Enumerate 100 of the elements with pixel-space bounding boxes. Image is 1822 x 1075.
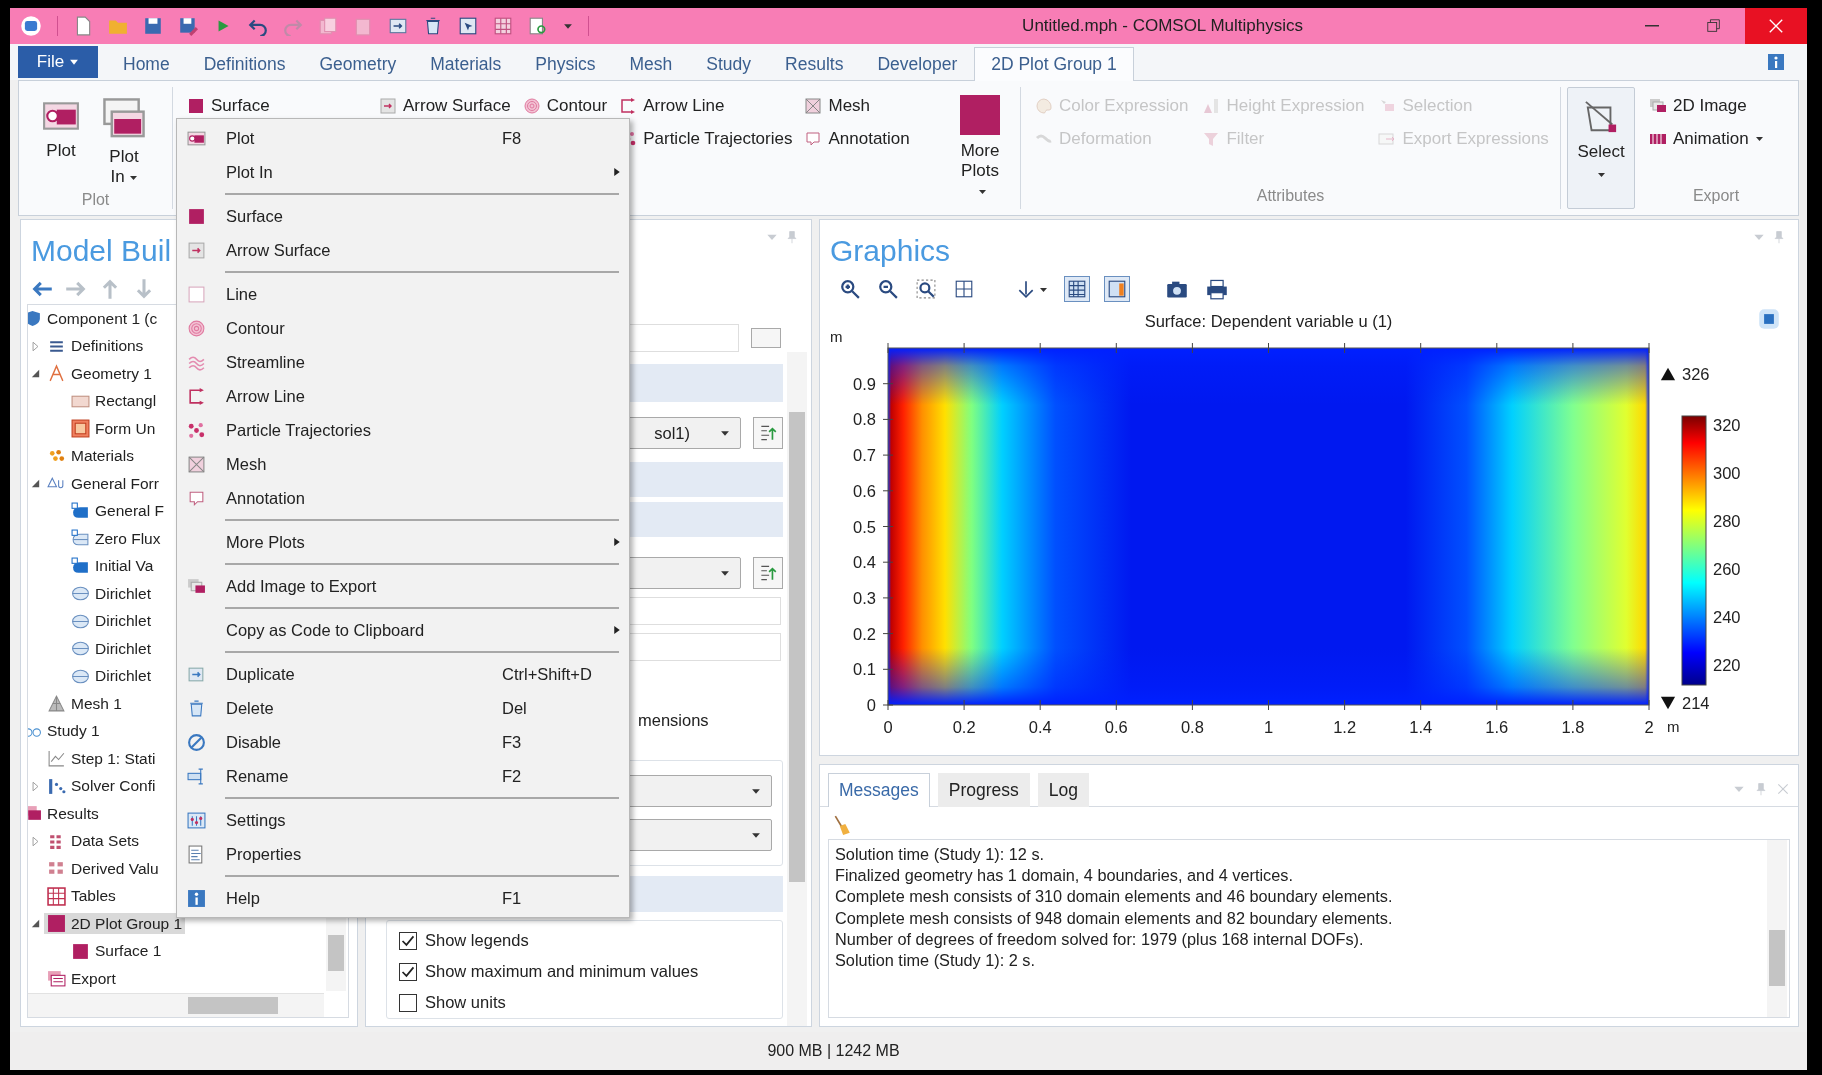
menu-item[interactable]: Streamline	[177, 345, 629, 379]
help-icon[interactable]	[1767, 53, 1785, 71]
copy-icon[interactable]	[318, 16, 338, 36]
app-icon[interactable]	[20, 15, 42, 37]
menu-item[interactable]: Plot In	[177, 155, 629, 189]
tree-item[interactable]: Dirichlet	[68, 583, 154, 605]
tree-item[interactable]: Geometry 1	[44, 363, 155, 385]
panel-tab[interactable]: Log	[1037, 773, 1089, 807]
menu-item[interactable]: Arrow Surface	[177, 233, 629, 267]
panel-tab[interactable]: Messages	[828, 773, 930, 807]
menu-item[interactable]: Mesh	[177, 447, 629, 481]
axes-button[interactable]	[1104, 276, 1130, 302]
zoom-out-button[interactable]	[876, 277, 900, 301]
ribbon-button[interactable]: Surface	[187, 91, 367, 120]
ribbon-tab[interactable]: Physics	[518, 47, 613, 81]
menu-item[interactable]: Add Image to Export	[177, 569, 629, 603]
ribbon-button[interactable]: Plot	[39, 93, 83, 191]
tree-item[interactable]: Dirichlet	[68, 638, 154, 660]
list-arrow-button[interactable]	[753, 417, 783, 449]
ribbon-button[interactable]: Annotation	[804, 124, 910, 153]
ribbon-button[interactable]: Animation	[1649, 124, 1764, 153]
trash-icon[interactable]	[423, 16, 443, 36]
expand-arrow-icon[interactable]	[29, 780, 41, 792]
duplicate-icon[interactable]	[388, 16, 408, 36]
tree-item[interactable]: Export	[44, 968, 119, 990]
tree-item[interactable]: Zero Flux	[68, 528, 164, 550]
ribbon-tab[interactable]: Materials	[413, 47, 519, 81]
ribbon-tab[interactable]: Home	[106, 47, 187, 81]
small-button[interactable]	[751, 328, 781, 348]
broom-icon[interactable]	[832, 815, 852, 835]
menu-item[interactable]: Rename F2	[177, 759, 629, 793]
tree-item[interactable]: Results	[28, 803, 102, 825]
ribbon-tab[interactable]: Definitions	[186, 47, 303, 81]
tree-item[interactable]: Mesh 1	[44, 693, 125, 715]
ribbon-tab[interactable]: Developer	[860, 47, 975, 81]
tree-item[interactable]: General Forr	[44, 473, 162, 495]
menu-item[interactable]: Particle Trajectories	[177, 413, 629, 447]
menu-item[interactable]: Settings	[177, 803, 629, 837]
scroll-thumb[interactable]	[188, 997, 278, 1014]
floppy-icon[interactable]	[143, 16, 163, 36]
ribbon-button[interactable]: 2D Image	[1649, 91, 1764, 120]
tree-item[interactable]: Study 1	[28, 720, 103, 742]
menu-item[interactable]: Line	[177, 277, 629, 311]
scroll-thumb[interactable]	[328, 935, 344, 971]
menu-item[interactable]: Arrow Line	[177, 379, 629, 413]
menu-item[interactable]: Plot F8	[177, 121, 629, 155]
select-button[interactable]: Select	[1567, 87, 1635, 209]
menu-item[interactable]: Surface	[177, 199, 629, 233]
tree-item[interactable]: Definitions	[44, 335, 147, 357]
ribbon-button[interactable]: Plot In	[99, 93, 149, 191]
file-menu-button[interactable]: File	[18, 46, 98, 78]
preview-icon[interactable]	[528, 16, 548, 36]
ribbon-button[interactable]: Mesh	[804, 91, 910, 120]
tree-item[interactable]: Solver Confi	[44, 775, 159, 797]
collapse-arrow-icon[interactable]	[29, 478, 41, 490]
zoom-in-button[interactable]	[838, 277, 862, 301]
tree-item[interactable]: Initial Va	[68, 555, 157, 577]
tree-item[interactable]: Tables	[44, 885, 119, 907]
checkbox[interactable]: Show legends	[399, 931, 772, 950]
collapse-arrow-icon[interactable]	[29, 918, 41, 930]
view-icon[interactable]	[1758, 308, 1780, 330]
ribbon-tab[interactable]: Mesh	[612, 47, 690, 81]
menu-item[interactable]: Help F1	[177, 881, 629, 915]
tree-item[interactable]: Rectangl	[68, 390, 160, 412]
tree-item[interactable]: Data Sets	[44, 830, 143, 852]
menu-item[interactable]: Annotation	[177, 481, 629, 515]
tree-item[interactable]: Component 1 (c	[28, 308, 161, 330]
ribbon-tab[interactable]: Study	[689, 47, 769, 81]
ribbon-tab[interactable]: Results	[768, 47, 861, 81]
close-button[interactable]	[1745, 8, 1807, 44]
tree-item[interactable]: Form Un	[68, 418, 159, 440]
menu-item[interactable]: More Plots	[177, 525, 629, 559]
ribbon-button[interactable]: Arrow Surface	[379, 91, 511, 120]
tree-item[interactable]: General F	[68, 500, 167, 522]
tree-item[interactable]: Dirichlet	[68, 665, 154, 687]
checkbox[interactable]: Show maximum and minimum values	[399, 962, 772, 981]
expand-arrow-icon[interactable]	[29, 835, 41, 847]
tree-item[interactable]: 2D Plot Group 1	[44, 913, 186, 935]
tree-item[interactable]: Surface 1	[68, 940, 165, 962]
menu-item[interactable]: Duplicate Ctrl+Shift+D	[177, 657, 629, 691]
menu-item[interactable]: Delete Del	[177, 691, 629, 725]
list-arrow-button[interactable]	[753, 557, 783, 589]
menu-item[interactable]: Copy as Code to Clipboard	[177, 613, 629, 647]
expand-arrow-icon[interactable]	[29, 340, 41, 352]
menu-item[interactable]: Contour	[177, 311, 629, 345]
tree-item[interactable]: Dirichlet	[68, 610, 154, 632]
menu-item[interactable]: Disable F3	[177, 725, 629, 759]
more-plots-button[interactable]: More Plots	[952, 91, 1008, 209]
scroll-thumb[interactable]	[789, 412, 805, 882]
tree-item[interactable]: Materials	[44, 445, 137, 467]
select-icon[interactable]	[458, 16, 478, 36]
zoom-box-button[interactable]	[914, 277, 938, 301]
menu-item[interactable]: Properties	[177, 837, 629, 871]
checkbox[interactable]: Show units	[399, 993, 772, 1012]
scroll-thumb[interactable]	[1769, 930, 1785, 986]
floppy-edit-icon[interactable]	[178, 16, 198, 36]
ribbon-button[interactable]: Arrow Line	[619, 91, 793, 120]
ribbon-tab[interactable]: 2D Plot Group 1	[974, 47, 1134, 81]
tree-item[interactable]: Step 1: Stati	[44, 748, 159, 770]
grid-icon[interactable]	[493, 16, 513, 36]
